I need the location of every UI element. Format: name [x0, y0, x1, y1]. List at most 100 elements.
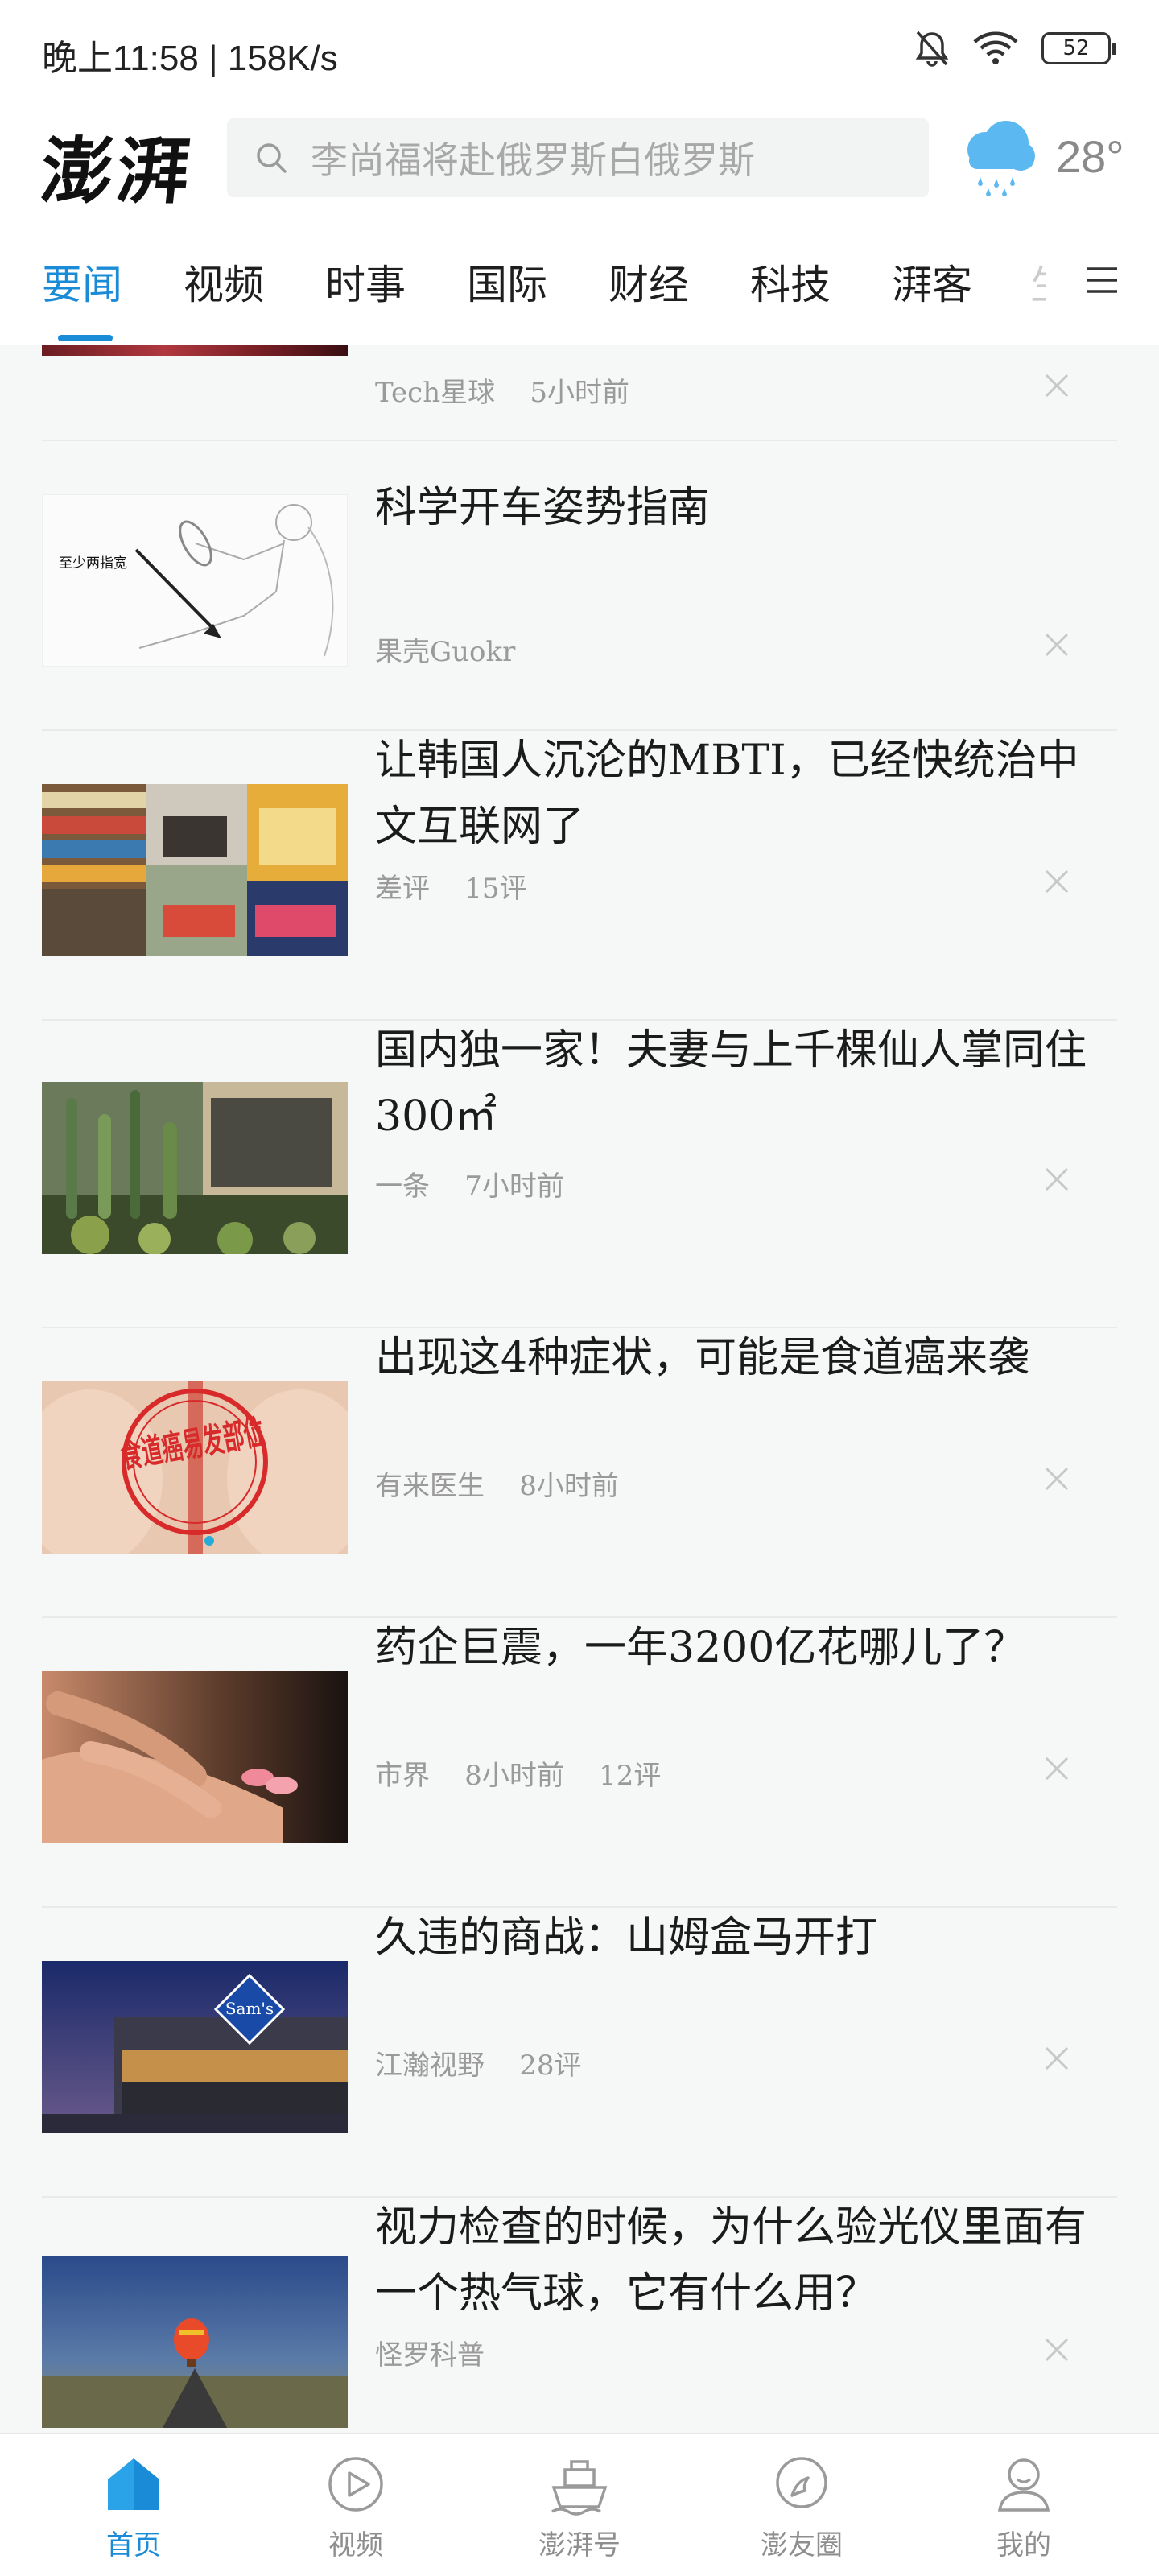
article-thumbnail	[42, 1671, 348, 1843]
news-article[interactable]: 让韩国人沉沦的MBTI，已经快统治中文互联网了 差评 15评	[0, 731, 1159, 1021]
article-source: 江瀚视野	[375, 2050, 485, 2082]
article-title[interactable]: 出现这4种症状，可能是食道癌来袭	[375, 1325, 1116, 1391]
close-icon[interactable]	[1043, 868, 1070, 895]
article-comments: 12评	[599, 1760, 662, 1792]
article-source: 差评	[375, 873, 430, 905]
battery-indicator: 52	[1041, 32, 1116, 64]
home-icon	[108, 2458, 159, 2510]
thumbnail-caption: 至少两指宽	[59, 555, 127, 572]
app-logo[interactable]: 澎湃	[36, 113, 199, 217]
news-article[interactable]: 至少两指宽 科学开车姿势指南 果壳Guokr	[0, 441, 1159, 731]
cactus-house-image	[42, 1082, 348, 1254]
news-article[interactable]: 国内独一家！夫妻与上千棵仙人掌同住300㎡ 一条 7小时前	[0, 1021, 1159, 1311]
close-icon[interactable]	[1043, 1755, 1070, 1782]
thumbnail-caption: Sam's	[225, 1999, 274, 2018]
nav-label: 首页	[106, 2529, 161, 2562]
news-feed[interactable]: Tech星球 5小时前 至少两指宽 科学开车姿势指南 果壳Guokr 让韩国人沉…	[0, 345, 1159, 2431]
nav-me[interactable]: 我的	[943, 2450, 1104, 2562]
close-icon[interactable]	[1043, 2045, 1070, 2072]
status-icons: 52	[914, 29, 1116, 68]
status-bar: 晚上11:58 | 158K/s 52	[0, 0, 1159, 105]
weather-widget[interactable]: 28°	[958, 114, 1124, 198]
article-time: 7小时前	[464, 1170, 564, 1203]
news-article[interactable]: 视力检查的时候，为什么验光仪里面有一个热气球，它有什么用？ 怪罗科普	[0, 2198, 1159, 2431]
article-thumbnail	[42, 1082, 348, 1254]
nav-label: 视频	[328, 2529, 383, 2562]
article-title[interactable]: 久违的商战：山姆盒马开打	[375, 1905, 1116, 1971]
article-meta: 江瀚视野 28评	[375, 2043, 582, 2083]
bell-muted-icon	[915, 31, 949, 67]
channel-tabs: 要闻 视频 时事 国际 财经 科技 湃客 生	[0, 217, 1159, 345]
article-meta: 差评 15评	[375, 866, 527, 906]
news-article[interactable]: Sam's 久违的商战：山姆盒马开打 江瀚视野 28评	[0, 1908, 1159, 2198]
tab-paike[interactable]: 湃客	[892, 253, 972, 311]
article-thumbnail	[42, 2256, 348, 2428]
bottom-navigation: 首页 视频 澎湃号 澎友圈 我的	[0, 2433, 1159, 2576]
news-article[interactable]: 药企巨震，一年3200亿花哪儿了？ 市界 8小时前 12评	[0, 1618, 1159, 1908]
article-time: 8小时前	[464, 1760, 564, 1792]
close-icon[interactable]	[1043, 1166, 1070, 1193]
news-article[interactable]: Tech星球 5小时前	[0, 345, 1159, 409]
article-title[interactable]: 让韩国人沉沦的MBTI，已经快统治中文互联网了	[375, 728, 1116, 860]
article-source: 一条	[375, 1170, 430, 1203]
article-time: 8小时前	[519, 1470, 619, 1502]
close-icon[interactable]	[1043, 372, 1070, 399]
driving-posture-illustration: 至少两指宽	[59, 504, 334, 657]
search-icon	[257, 143, 287, 173]
article-thumbnail	[42, 345, 348, 356]
close-icon[interactable]	[1043, 631, 1070, 658]
nav-label: 澎友圈	[761, 2529, 843, 2562]
article-title[interactable]: 药企巨震，一年3200亿花哪儿了？	[375, 1615, 1116, 1681]
tab-video[interactable]: 视频	[184, 253, 264, 311]
rain-cloud-icon	[967, 121, 1035, 196]
close-icon[interactable]	[1043, 1465, 1070, 1492]
weather-temperature: 28°	[1056, 130, 1124, 182]
article-thumbnail	[42, 784, 348, 956]
wifi-icon	[973, 31, 1018, 64]
app-header: 澎湃 李尚福将赴俄罗斯白俄罗斯 28°	[0, 105, 1159, 217]
mbti-collage-image	[42, 784, 348, 956]
article-thumbnail: Sam's	[42, 1961, 348, 2133]
tab-headlines[interactable]: 要闻	[42, 253, 122, 311]
user-icon	[997, 2458, 1050, 2512]
article-source: 果壳Guokr	[375, 636, 516, 668]
status-time-speed: 晚上11:58 | 158K/s	[42, 39, 338, 78]
article-source: Tech星球	[375, 377, 496, 409]
tab-current-affairs[interactable]: 时事	[325, 253, 406, 311]
article-meta: 一条 7小时前	[375, 1164, 564, 1203]
search-placeholder: 李尚福将赴俄罗斯白俄罗斯	[311, 138, 755, 182]
article-source: 怪罗科普	[375, 2339, 485, 2372]
tab-overflow-partial[interactable]: 生	[1030, 253, 1046, 301]
article-meta: 怪罗科普	[375, 2333, 485, 2372]
close-icon[interactable]	[1043, 2336, 1070, 2363]
nav-video[interactable]: 视频	[275, 2450, 436, 2562]
news-article[interactable]: 食道癌易发部位 出现这4种症状，可能是食道癌来袭 有来医生 8小时前	[0, 1328, 1159, 1618]
menu-icon[interactable]	[1085, 266, 1119, 295]
play-icon	[328, 2457, 383, 2512]
article-comments: 28评	[519, 2050, 582, 2082]
tab-tech[interactable]: 科技	[750, 253, 831, 311]
search-bar[interactable]: 李尚福将赴俄罗斯白俄罗斯	[227, 118, 929, 197]
nav-home[interactable]: 首页	[53, 2450, 214, 2562]
ship-icon	[551, 2460, 608, 2516]
article-title[interactable]: 国内独一家！夫妻与上千棵仙人掌同住300㎡	[375, 1018, 1116, 1150]
hot-air-balloon-image	[42, 2256, 348, 2428]
tab-international[interactable]: 国际	[467, 253, 547, 311]
tab-finance[interactable]: 财经	[608, 253, 689, 311]
article-title[interactable]: 视力检查的时候，为什么验光仪里面有一个热气球，它有什么用？	[375, 2194, 1116, 2326]
article-thumbnail: 食道癌易发部位	[42, 1381, 348, 1554]
article-meta: 果壳Guokr	[375, 630, 515, 669]
article-meta: Tech星球 5小时前	[375, 370, 629, 410]
article-source: 有来医生	[375, 1470, 485, 1502]
article-time: 5小时前	[530, 377, 629, 409]
active-tab-indicator	[58, 335, 113, 341]
pill-in-hand-image	[42, 1671, 348, 1843]
article-comments: 15评	[464, 873, 527, 905]
article-title[interactable]: 科学开车姿势指南	[375, 475, 1116, 541]
article-thumbnail: 至少两指宽	[42, 494, 348, 667]
article-meta: 有来医生 8小时前	[375, 1463, 619, 1503]
article-meta: 市界 8小时前 12评	[375, 1753, 661, 1793]
nav-friends-circle[interactable]: 澎友圈	[721, 2450, 882, 2562]
esophagus-illustration: 食道癌易发部位	[42, 1381, 348, 1554]
nav-pengpai-account[interactable]: 澎湃号	[499, 2450, 660, 2562]
